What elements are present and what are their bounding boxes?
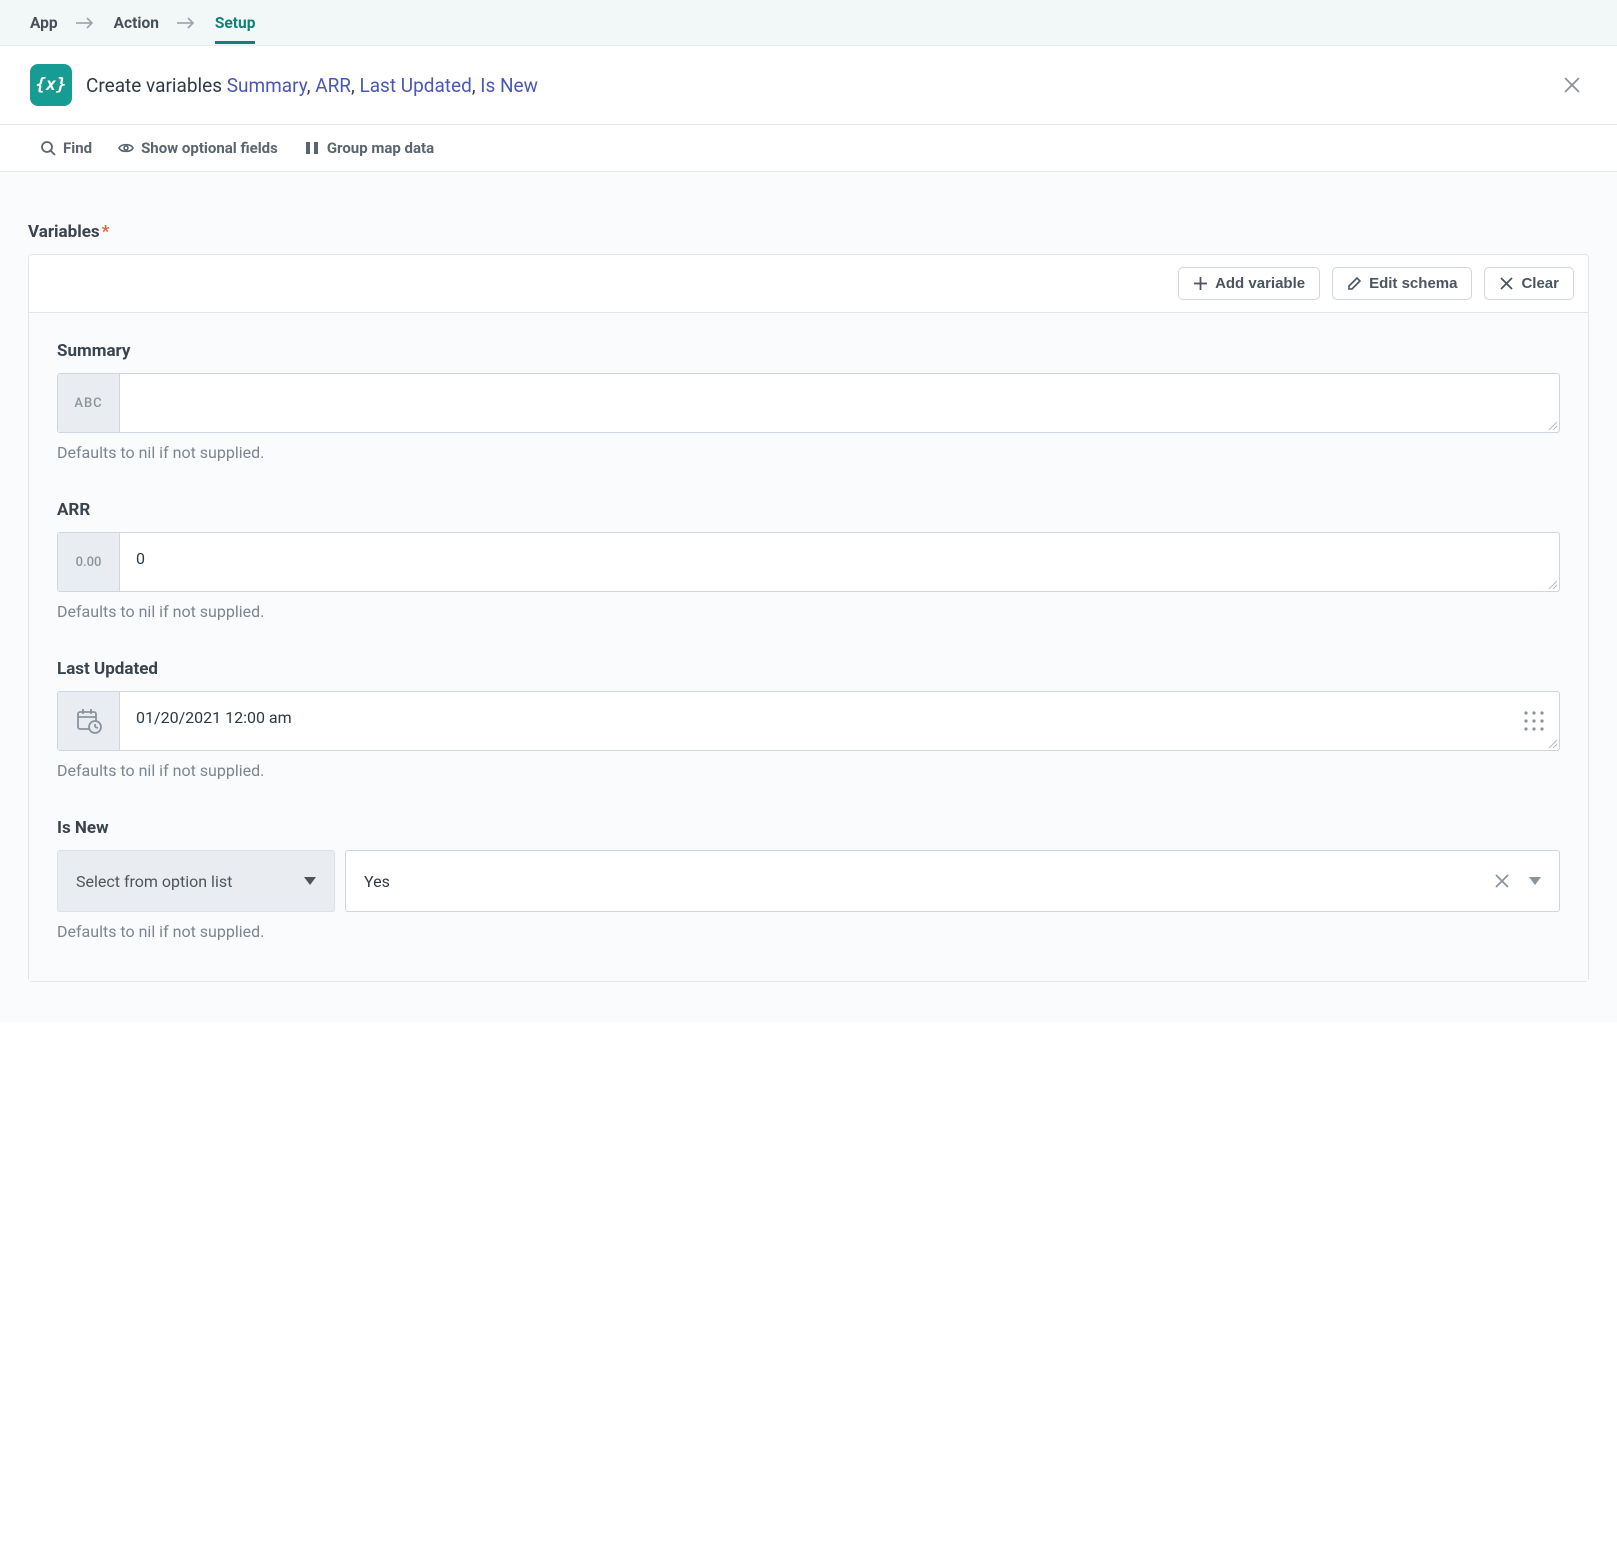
is-new-mode-label: Select from option list bbox=[76, 872, 232, 891]
arrow-right-icon bbox=[76, 17, 96, 29]
title-var-arr[interactable]: ARR bbox=[315, 74, 351, 97]
header: {x} Create variables Summary, ARR, Last … bbox=[0, 46, 1617, 125]
title-var-last-updated[interactable]: Last Updated bbox=[359, 74, 471, 97]
clear-value-icon[interactable] bbox=[1495, 874, 1509, 888]
variables-section-label: Variables* bbox=[28, 222, 1589, 242]
last-updated-helper: Defaults to nil if not supplied. bbox=[57, 761, 1560, 780]
optional-label: Show optional fields bbox=[141, 139, 278, 157]
field-last-updated: Last Updated bbox=[57, 659, 1560, 780]
clear-button[interactable]: Clear bbox=[1484, 267, 1574, 300]
title-var-summary[interactable]: Summary bbox=[227, 74, 307, 97]
variables-panel: Add variable Edit schema Clear Summary bbox=[28, 254, 1589, 982]
summary-label: Summary bbox=[57, 341, 1560, 361]
arr-label: ARR bbox=[57, 500, 1560, 520]
is-new-value: Yes bbox=[364, 872, 390, 891]
is-new-mode-select[interactable]: Select from option list bbox=[57, 850, 335, 912]
eye-icon bbox=[118, 140, 134, 156]
date-picker-icon[interactable] bbox=[1523, 710, 1545, 732]
find-label: Find bbox=[63, 139, 92, 157]
x-icon bbox=[1499, 276, 1514, 291]
title-var-is-new[interactable]: Is New bbox=[480, 74, 538, 97]
group-map-data-button[interactable]: Group map data bbox=[304, 139, 434, 157]
main: Variables* Add variable Edit schema Clea… bbox=[0, 172, 1617, 1022]
title-sep: , bbox=[472, 74, 480, 97]
summary-input[interactable] bbox=[120, 374, 1559, 432]
pencil-icon bbox=[1347, 276, 1362, 291]
arr-input[interactable] bbox=[120, 533, 1559, 591]
field-summary: Summary ABC Defaults to nil if not suppl… bbox=[57, 341, 1560, 462]
datetime-type-badge bbox=[58, 692, 120, 750]
caret-down-icon bbox=[304, 877, 316, 885]
edit-schema-label: Edit schema bbox=[1369, 275, 1457, 292]
summary-input-row: ABC bbox=[57, 373, 1560, 433]
breadcrumb-tabs: App Action Setup bbox=[0, 0, 1617, 46]
variables-section-text: Variables bbox=[28, 222, 100, 242]
close-button[interactable] bbox=[1557, 70, 1587, 100]
arrow-right-icon bbox=[177, 17, 197, 29]
is-new-row: Select from option list Yes bbox=[57, 850, 1560, 912]
page-title: Create variables Summary, ARR, Last Upda… bbox=[86, 74, 538, 97]
panel-body: Summary ABC Defaults to nil if not suppl… bbox=[29, 313, 1588, 981]
toolbar: Find Show optional fields Group map data bbox=[0, 125, 1617, 172]
is-new-label: Is New bbox=[57, 818, 1560, 838]
text-type-badge: ABC bbox=[58, 374, 120, 432]
columns-icon bbox=[304, 140, 320, 156]
breadcrumb-setup[interactable]: Setup bbox=[215, 2, 256, 44]
add-variable-label: Add variable bbox=[1215, 275, 1305, 292]
title-prefix: Create variables bbox=[86, 74, 227, 97]
plus-icon bbox=[1193, 276, 1208, 291]
panel-actions: Add variable Edit schema Clear bbox=[29, 255, 1588, 313]
edit-schema-button[interactable]: Edit schema bbox=[1332, 267, 1472, 300]
field-is-new: Is New Select from option list Yes bbox=[57, 818, 1560, 941]
summary-helper: Defaults to nil if not supplied. bbox=[57, 443, 1560, 462]
clear-label: Clear bbox=[1521, 275, 1559, 292]
breadcrumb-action[interactable]: Action bbox=[114, 2, 159, 44]
add-variable-button[interactable]: Add variable bbox=[1178, 267, 1320, 300]
is-new-value-select[interactable]: Yes bbox=[345, 850, 1560, 912]
show-optional-fields-button[interactable]: Show optional fields bbox=[118, 139, 278, 157]
arr-helper: Defaults to nil if not supplied. bbox=[57, 602, 1560, 621]
arr-input-row: 0.00 bbox=[57, 532, 1560, 592]
find-button[interactable]: Find bbox=[40, 139, 92, 157]
caret-down-icon bbox=[1529, 877, 1541, 885]
is-new-helper: Defaults to nil if not supplied. bbox=[57, 922, 1560, 941]
breadcrumb-app[interactable]: App bbox=[30, 2, 58, 44]
title-sep: , bbox=[307, 74, 315, 97]
required-mark: * bbox=[102, 222, 110, 242]
variables-app-icon: {x} bbox=[30, 64, 72, 106]
last-updated-label: Last Updated bbox=[57, 659, 1560, 679]
group-label: Group map data bbox=[327, 139, 434, 157]
search-icon bbox=[40, 140, 56, 156]
field-arr: ARR 0.00 Defaults to nil if not supplied… bbox=[57, 500, 1560, 621]
last-updated-input-row bbox=[57, 691, 1560, 751]
last-updated-input[interactable] bbox=[120, 692, 1559, 750]
number-type-badge: 0.00 bbox=[58, 533, 120, 591]
